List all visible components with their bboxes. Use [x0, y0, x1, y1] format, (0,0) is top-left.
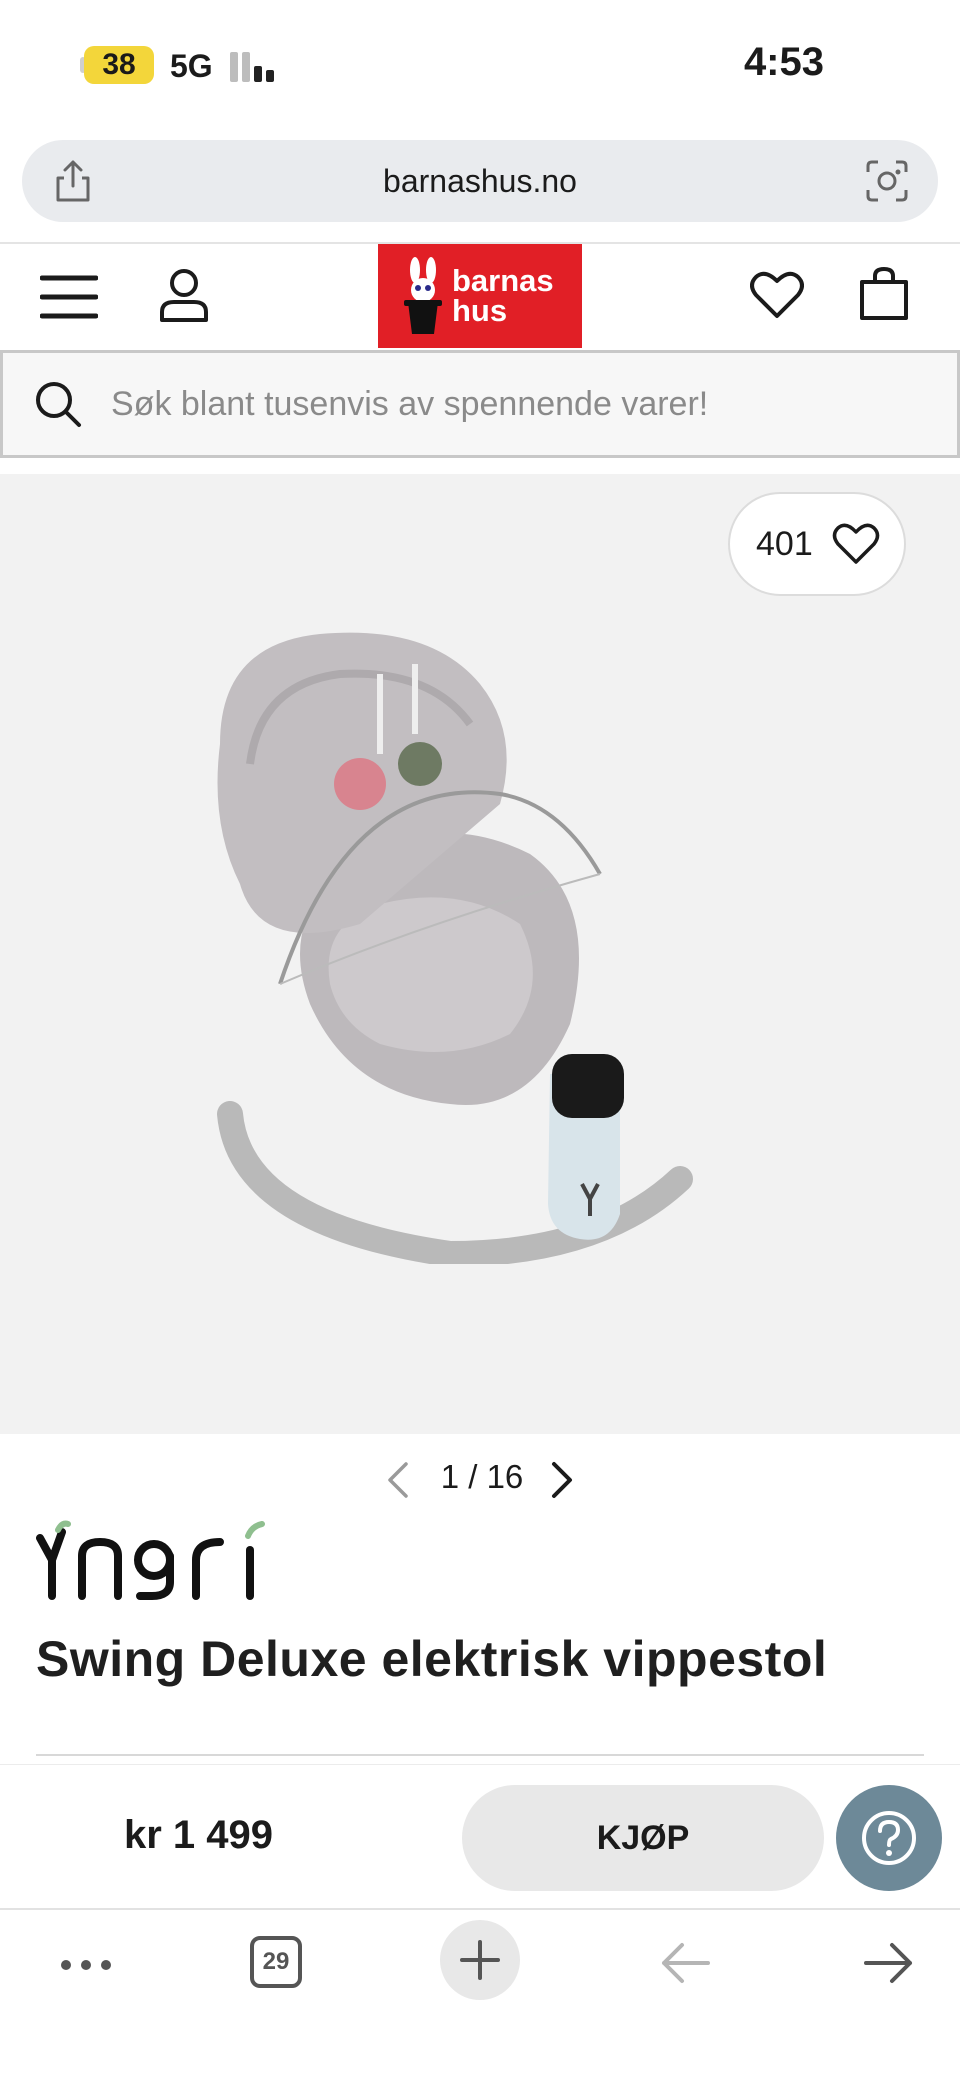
favorite-button[interactable]: 401: [728, 492, 906, 596]
pager-total: 16: [486, 1458, 524, 1495]
status-bar: 38 5G 4:53: [0, 0, 960, 130]
buy-button[interactable]: KJØP: [462, 1785, 824, 1891]
search-bar: [0, 350, 960, 458]
logo-line2: hus: [452, 293, 508, 328]
url-text[interactable]: barnashus.no: [22, 140, 938, 222]
logo-line1: barnas: [452, 263, 554, 298]
image-pager: 1 / 16: [0, 1450, 960, 1510]
lens-icon[interactable]: [864, 158, 910, 204]
bag-icon[interactable]: [858, 266, 910, 322]
buy-bar: kr 1 499 KJØP: [0, 1764, 960, 1906]
title-divider: [36, 1754, 924, 1756]
heart-icon: [832, 523, 880, 564]
signal-icon: [230, 50, 280, 82]
forward-arrow-icon[interactable]: [862, 1940, 916, 1986]
battery-indicator: 38: [84, 46, 154, 84]
user-icon[interactable]: [158, 266, 210, 324]
chevron-left-icon[interactable]: [384, 1460, 412, 1500]
logo-text: barnas hus: [452, 263, 554, 328]
url-bar[interactable]: barnashus.no: [22, 140, 938, 222]
pager-separator: /: [468, 1458, 487, 1495]
brand-logo[interactable]: [36, 1520, 286, 1600]
tabs-button[interactable]: 29: [250, 1936, 302, 1988]
new-tab-button[interactable]: [440, 1920, 520, 2000]
battery-level: 38: [102, 48, 136, 81]
pager-counter: 1 / 16: [422, 1458, 542, 1496]
plus-icon: [460, 1940, 500, 1980]
back-arrow-icon[interactable]: [658, 1940, 712, 1986]
product-price: kr 1 499: [124, 1813, 274, 1857]
network-type: 5G: [170, 48, 213, 84]
heart-icon[interactable]: [750, 268, 804, 322]
site-header: barnas hus: [0, 244, 960, 348]
question-icon: [862, 1811, 916, 1865]
bunny-logo-icon: [404, 257, 442, 334]
product-title: Swing Deluxe elektrisk vippestol: [36, 1631, 828, 1687]
favorite-count: 401: [756, 525, 813, 563]
site-logo[interactable]: barnas hus: [378, 244, 582, 348]
clock: 4:53: [743, 40, 824, 84]
product-image: [217, 632, 693, 1264]
chevron-right-icon[interactable]: [548, 1460, 576, 1500]
product-image-gallery[interactable]: 401: [0, 474, 960, 1434]
browser-toolbar: 29: [0, 1908, 960, 2081]
pager-current: 1: [440, 1458, 460, 1495]
search-icon[interactable]: [33, 379, 83, 429]
more-icon[interactable]: [58, 1950, 114, 1980]
menu-icon[interactable]: [40, 274, 98, 320]
search-input[interactable]: [111, 353, 931, 455]
help-button[interactable]: [836, 1785, 942, 1891]
